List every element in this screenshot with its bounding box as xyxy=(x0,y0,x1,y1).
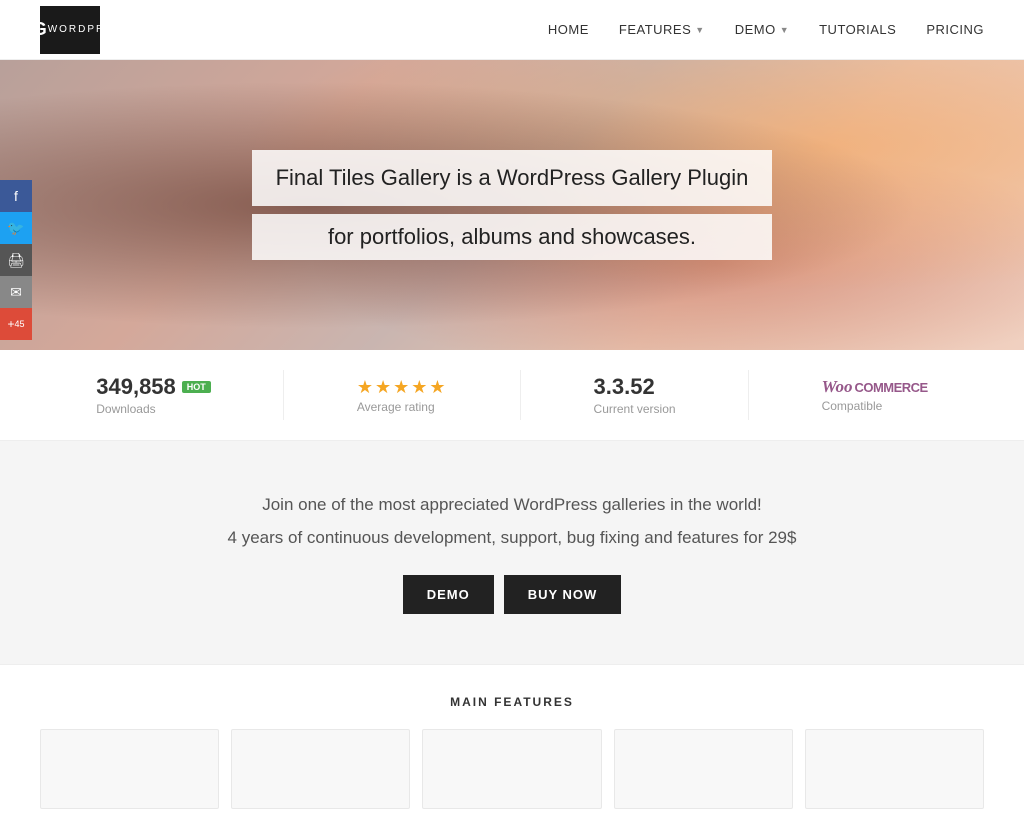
hot-badge: hot xyxy=(182,381,211,393)
nav-home[interactable]: HOME xyxy=(548,22,589,37)
rating-stars: ★★★★★ xyxy=(357,377,448,398)
rating-label: Average rating xyxy=(357,400,435,414)
features-cards xyxy=(40,729,984,809)
plus-icon: + xyxy=(7,317,14,331)
print-icon: 🖨 xyxy=(7,252,25,269)
buy-now-button[interactable]: BUY NOW xyxy=(504,575,622,614)
hero-headline: Final Tiles Gallery is a WordPress Galle… xyxy=(276,164,749,193)
cta-section: Join one of the most appreciated WordPre… xyxy=(0,441,1024,664)
nav-demo[interactable]: DEMO ▼ xyxy=(735,22,789,37)
twitter-icon: 🐦 xyxy=(7,220,24,237)
woo-text: Woo xyxy=(822,377,853,397)
hero-section: Final Tiles Gallery is a WordPress Galle… xyxy=(0,60,1024,350)
hero-subheadline: for portfolios, albums and showcases. xyxy=(276,224,749,250)
logo[interactable]: FTG WORDPRESS xyxy=(40,6,100,54)
cta-buttons: DEMO BUY NOW xyxy=(40,575,984,614)
feature-card-2 xyxy=(231,729,410,809)
compatible-label: Compatible xyxy=(822,399,883,413)
version-value: 3.3.52 xyxy=(594,374,655,400)
version-label: Current version xyxy=(594,402,676,416)
nav-pricing[interactable]: PRICING xyxy=(926,22,984,37)
logo-main: FTG xyxy=(9,20,48,40)
cta-line1: Join one of the most appreciated WordPre… xyxy=(40,491,984,520)
stat-divider-2 xyxy=(520,370,521,420)
nav-features[interactable]: FEATURES ▼ xyxy=(619,22,705,37)
email-icon: ✉ xyxy=(10,284,22,301)
rating-stat: ★★★★★ Average rating xyxy=(357,377,448,414)
print-button[interactable]: 🖨 xyxy=(0,244,32,276)
features-dropdown-arrow: ▼ xyxy=(695,25,704,35)
logo-sub: WORDPRESS xyxy=(48,24,132,35)
twitter-share-button[interactable]: 🐦 xyxy=(0,212,32,244)
feature-card-5 xyxy=(805,729,984,809)
nav-links: HOME FEATURES ▼ DEMO ▼ TUTORIALS PRICING xyxy=(548,22,984,37)
facebook-share-button[interactable]: f xyxy=(0,180,32,212)
cta-line2: 4 years of continuous development, suppo… xyxy=(40,524,984,553)
social-sidebar: f 🐦 🖨 ✉ + 45 xyxy=(0,180,32,340)
woocommerce-logo: Woo COMMERCE xyxy=(822,377,928,397)
plus-count: 45 xyxy=(15,319,25,329)
downloads-value: 349,858 hot xyxy=(96,374,211,400)
downloads-stat: 349,858 hot Downloads xyxy=(96,374,211,416)
stats-bar: 349,858 hot Downloads ★★★★★ Average rati… xyxy=(0,350,1024,441)
compatible-stat: Woo COMMERCE Compatible xyxy=(822,377,928,413)
features-section: MAIN FEATURES xyxy=(0,664,1024,829)
version-stat: 3.3.52 Current version xyxy=(594,374,676,416)
hero-text-box-1: Final Tiles Gallery is a WordPress Galle… xyxy=(252,150,773,207)
demo-button[interactable]: DEMO xyxy=(403,575,494,614)
stat-divider-3 xyxy=(748,370,749,420)
navbar: FTG WORDPRESS HOME FEATURES ▼ DEMO ▼ TUT… xyxy=(0,0,1024,60)
downloads-label: Downloads xyxy=(96,402,155,416)
demo-dropdown-arrow: ▼ xyxy=(780,25,789,35)
features-title: MAIN FEATURES xyxy=(40,695,984,709)
feature-card-3 xyxy=(422,729,601,809)
facebook-icon: f xyxy=(14,188,18,204)
commerce-text: COMMERCE xyxy=(854,380,927,395)
feature-card-1 xyxy=(40,729,219,809)
feature-card-4 xyxy=(614,729,793,809)
email-share-button[interactable]: ✉ xyxy=(0,276,32,308)
nav-tutorials[interactable]: TUTORIALS xyxy=(819,22,896,37)
stat-divider-1 xyxy=(283,370,284,420)
hero-overlay: Final Tiles Gallery is a WordPress Galle… xyxy=(252,150,773,261)
plus-share-button[interactable]: + 45 xyxy=(0,308,32,340)
hero-text-box-2: for portfolios, albums and showcases. xyxy=(252,214,773,260)
